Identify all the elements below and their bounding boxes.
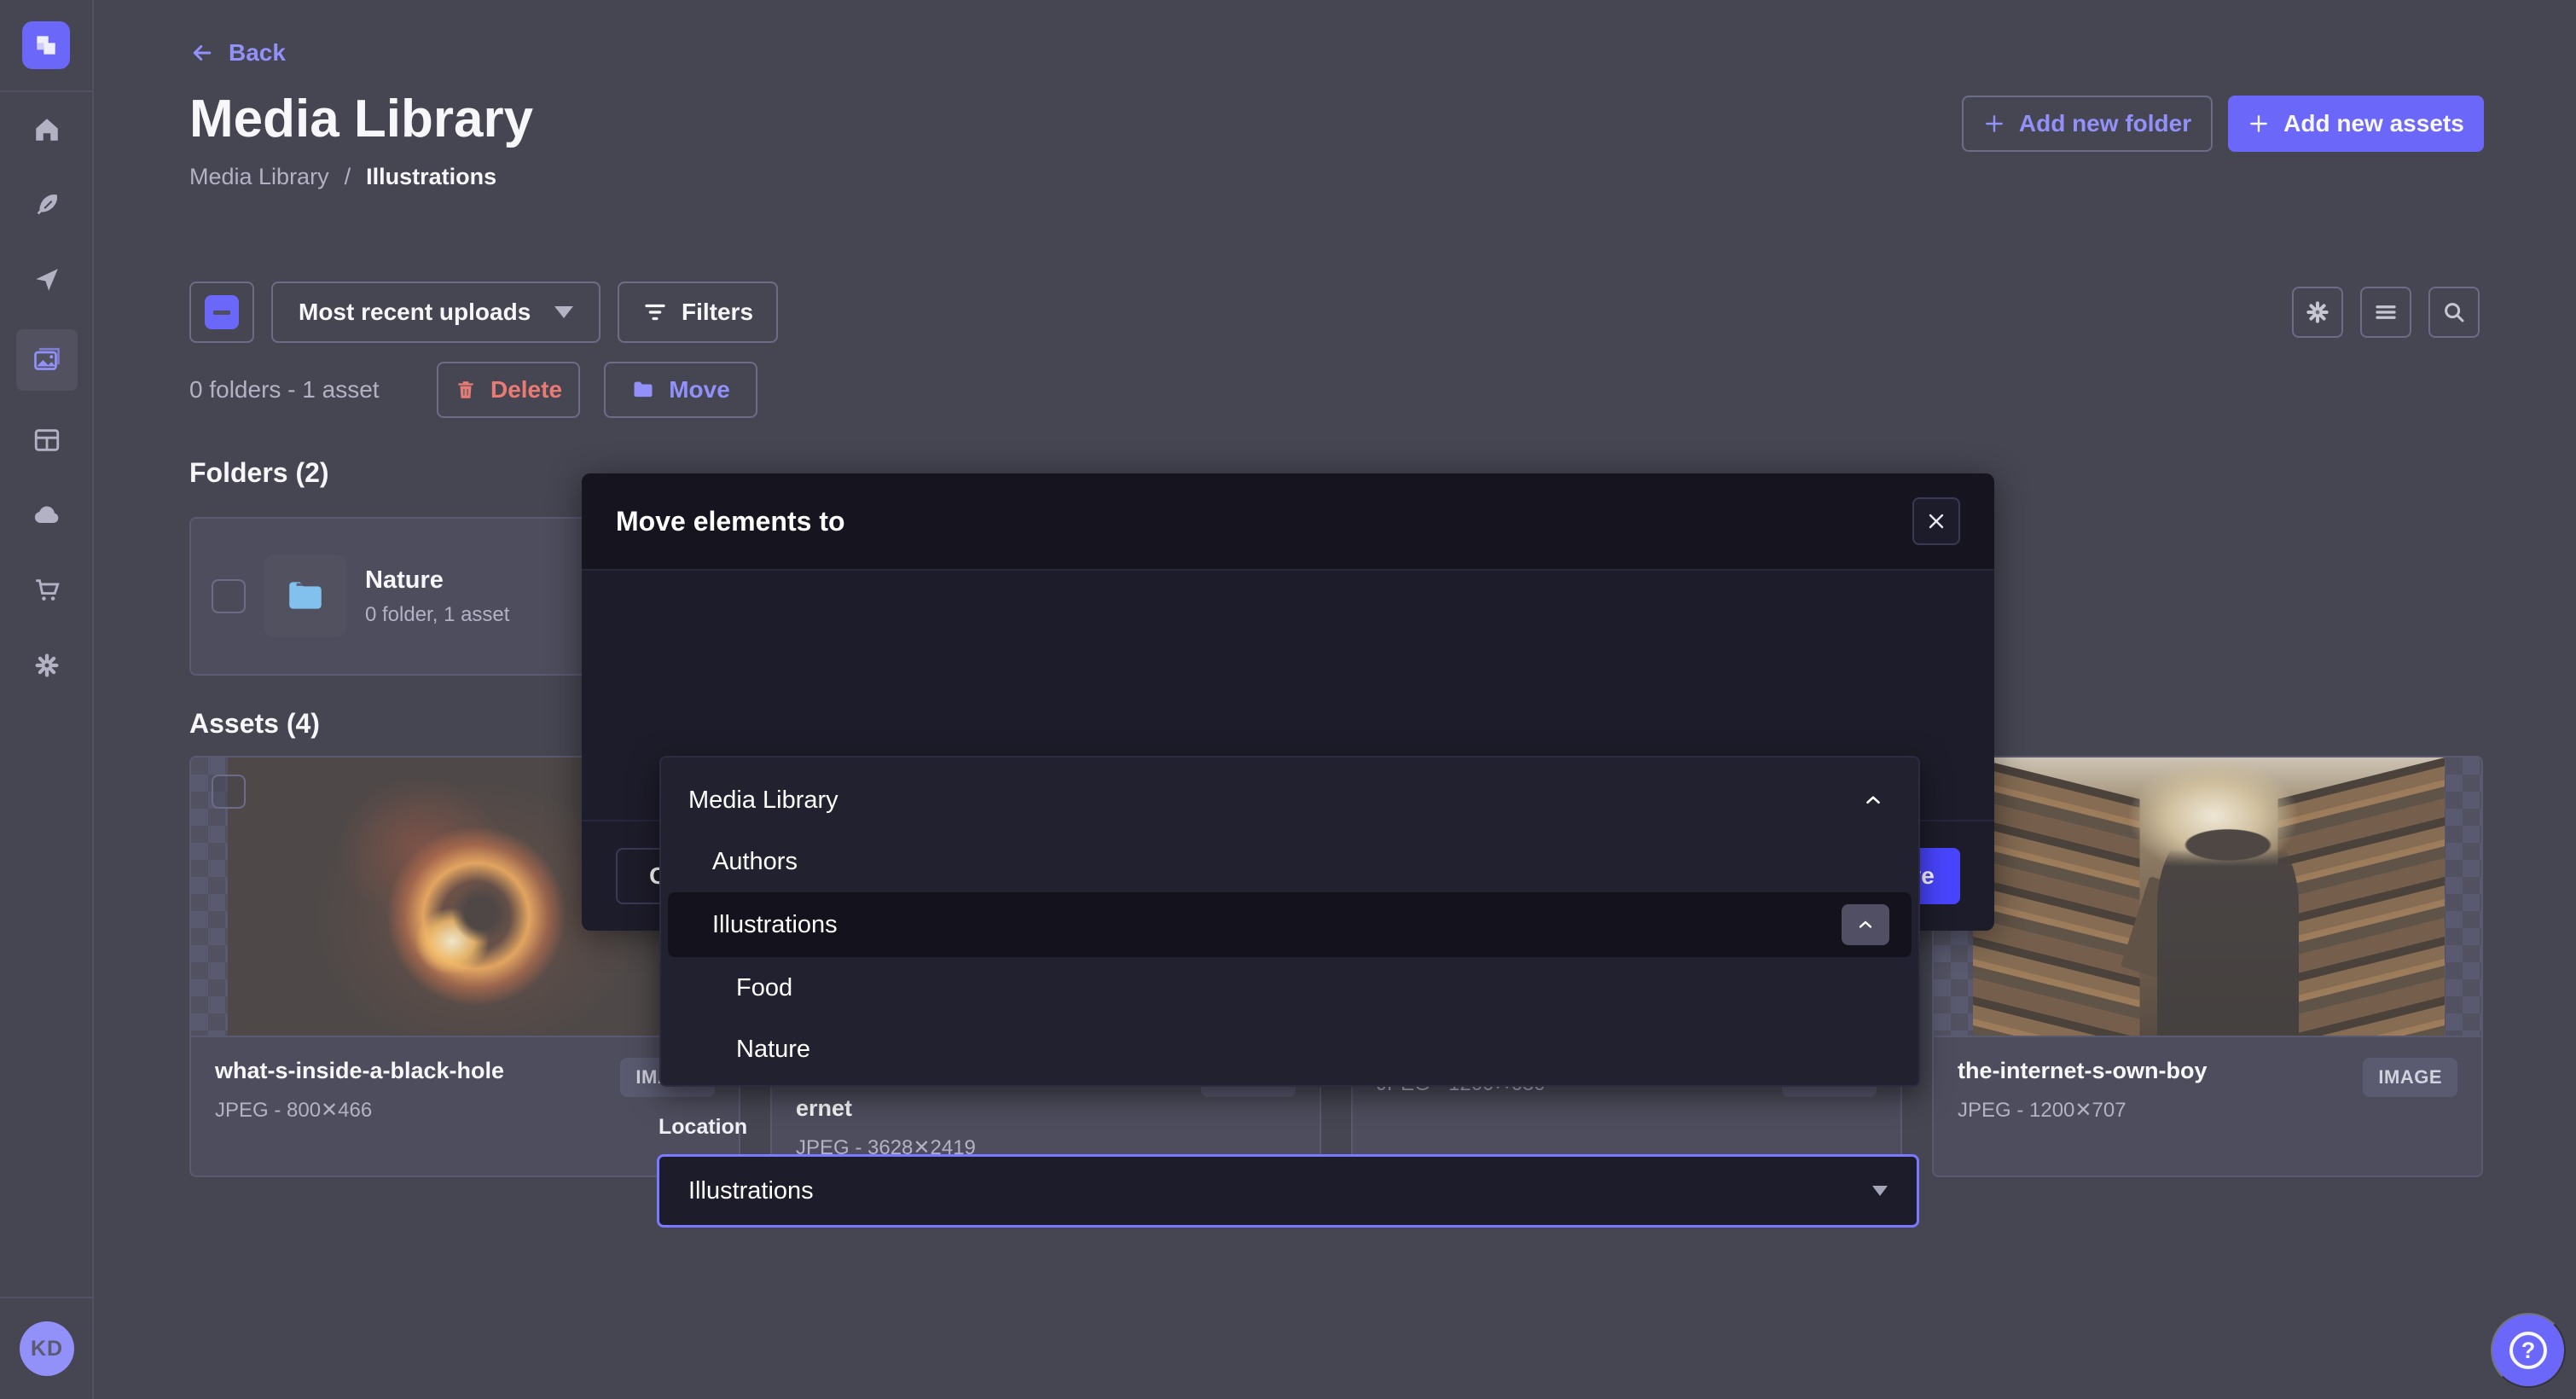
tree-item-label: Nature: [736, 1036, 810, 1064]
chevron-up-icon: [1855, 914, 1876, 935]
tree-item-label: Food: [736, 974, 792, 1002]
tree-item-label: Media Library: [688, 787, 838, 815]
location-combobox[interactable]: Illustrations: [657, 1154, 1919, 1228]
modal-title: Move elements to: [616, 506, 845, 537]
tree-item-illustrations[interactable]: Illustrations: [668, 892, 1912, 957]
modal-header: Move elements to: [582, 473, 1994, 571]
tree-item-media-library[interactable]: Media Library: [661, 769, 1918, 831]
location-dropdown: Media Library Authors Illustrations Food…: [659, 756, 1920, 1087]
chevron-up-button[interactable]: [1842, 904, 1889, 945]
close-modal-button[interactable]: [1912, 497, 1960, 545]
tree-item-label: Authors: [712, 848, 798, 876]
media-library-page: KD Back Media Library Media Library / Il…: [0, 0, 2576, 1399]
location-value: Illustrations: [688, 1177, 814, 1205]
chevron-up-icon[interactable]: [1862, 789, 1884, 811]
tree-item-label: Illustrations: [712, 911, 838, 939]
close-icon: [1926, 511, 1947, 531]
tree-item-nature[interactable]: Nature: [661, 1019, 1918, 1080]
tree-item-food[interactable]: Food: [661, 957, 1918, 1019]
location-label: Location: [659, 1115, 747, 1140]
tree-item-authors[interactable]: Authors: [661, 831, 1918, 892]
chevron-down-icon: [1872, 1186, 1888, 1196]
